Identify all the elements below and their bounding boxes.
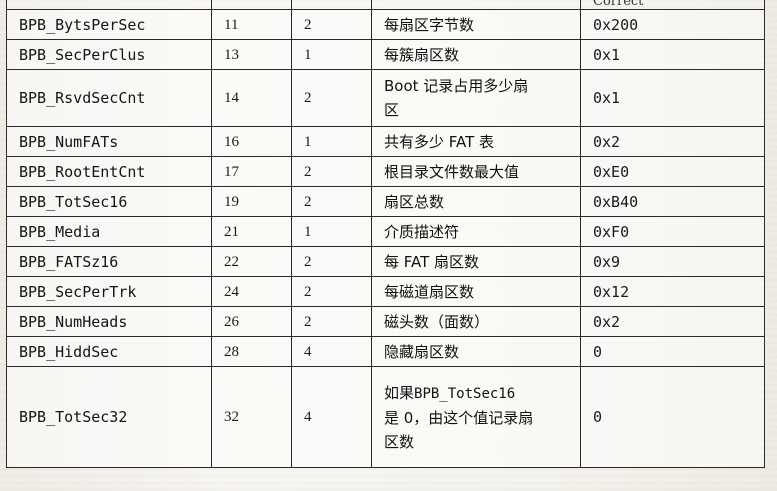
value-cell: 0 [580, 366, 765, 468]
description-cell: 介质描述符 [371, 216, 581, 247]
offset-cell: 14 [211, 69, 292, 127]
value-cell: 0x9 [580, 246, 765, 277]
table-row: BPB_Media 21 1 介质描述符 0xF0 [6, 216, 765, 247]
description-line: 是 0，由这个值记录扇 [384, 408, 534, 427]
header-cell-desc [371, 0, 581, 10]
size-cell: 2 [291, 69, 372, 127]
description-cell: 每簇扇区数 [371, 39, 581, 70]
table-row: BPB_BytsPerSec 11 2 每扇区字节数 0x200 [6, 9, 765, 40]
header-cell-value: Correct [580, 0, 765, 10]
value-cell: 0x12 [580, 276, 765, 307]
size-cell: 2 [291, 156, 372, 187]
description-cell: 如果BPB_TotSec16 是 0，由这个值记录扇 区数 [371, 366, 581, 468]
value-cell: 0x2 [580, 306, 765, 337]
description-cell: 根目录文件数最大值 [371, 156, 581, 187]
field-name-cell: BPB_SecPerClus [6, 39, 212, 70]
field-name-cell: BPB_TotSec32 [6, 366, 212, 468]
table-row: BPB_TotSec16 19 2 扇区总数 0xB40 [6, 186, 765, 217]
size-cell: 1 [291, 216, 372, 247]
description-cell: 扇区总数 [371, 186, 581, 217]
value-cell: 0x1 [580, 39, 765, 70]
description-code: BPB_TotSec16 [414, 385, 516, 402]
offset-cell: 16 [211, 126, 292, 157]
offset-cell: 21 [211, 216, 292, 247]
description-line: 区 [384, 101, 400, 119]
table-header-row: Correct [6, 0, 765, 10]
table-row: BPB_NumFATs 16 1 共有多少 FAT 表 0x2 [6, 126, 765, 157]
field-name-cell: BPB_HiddSec [6, 336, 212, 367]
size-cell: 1 [291, 126, 372, 157]
offset-cell: 17 [211, 156, 292, 187]
description-cell: 磁头数（面数） [371, 306, 581, 337]
field-name-cell: BPB_Media [6, 216, 212, 247]
value-cell: 0xF0 [580, 216, 765, 247]
value-cell: 0x1 [580, 69, 765, 127]
header-cell-name [6, 0, 212, 10]
offset-cell: 32 [211, 366, 292, 468]
description-cell: 共有多少 FAT 表 [371, 126, 581, 157]
header-cell-offset [211, 0, 292, 10]
offset-cell: 11 [211, 9, 292, 40]
size-cell: 2 [291, 306, 372, 337]
value-cell: 0x200 [580, 9, 765, 40]
header-cell-size [291, 0, 372, 10]
offset-cell: 26 [211, 306, 292, 337]
description-line: 区数 [384, 432, 415, 451]
field-name-cell: BPB_NumFATs [6, 126, 212, 157]
table-row: BPB_SecPerClus 13 1 每簇扇区数 0x1 [6, 39, 765, 70]
size-cell: 2 [291, 276, 372, 307]
offset-cell: 19 [211, 186, 292, 217]
field-name-cell: BPB_BytsPerSec [6, 9, 212, 40]
size-cell: 2 [291, 246, 372, 277]
description-cell: 每磁道扇区数 [371, 276, 581, 307]
description-cell: Boot 记录占用多少扇 区 [371, 69, 581, 127]
bpb-field-table: Correct BPB_BytsPerSec 11 2 每扇区字节数 0x200… [6, 0, 765, 468]
offset-cell: 28 [211, 336, 292, 367]
size-cell: 4 [291, 366, 372, 468]
table-row: BPB_HiddSec 28 4 隐藏扇区数 0 [6, 336, 765, 367]
size-cell: 1 [291, 39, 372, 70]
table-row: BPB_SecPerTrk 24 2 每磁道扇区数 0x12 [6, 276, 765, 307]
table-row: BPB_RsvdSecCnt 14 2 Boot 记录占用多少扇 区 0x1 [6, 69, 765, 127]
offset-cell: 13 [211, 39, 292, 70]
table-row: BPB_FATSz16 22 2 每 FAT 扇区数 0x9 [6, 246, 765, 277]
field-name-cell: BPB_NumHeads [6, 306, 212, 337]
field-name-cell: BPB_FATSz16 [6, 246, 212, 277]
description-line: Boot 记录占用多少扇 [384, 77, 529, 95]
table-row: BPB_RootEntCnt 17 2 根目录文件数最大值 0xE0 [6, 156, 765, 187]
table-row: BPB_NumHeads 26 2 磁头数（面数） 0x2 [6, 306, 765, 337]
field-name-cell: BPB_TotSec16 [6, 186, 212, 217]
value-cell: 0 [580, 336, 765, 367]
description-prefix: 如果 [384, 383, 415, 402]
offset-cell: 22 [211, 246, 292, 277]
field-name-cell: BPB_SecPerTrk [6, 276, 212, 307]
table-row: BPB_TotSec32 32 4 如果BPB_TotSec16 是 0，由这个… [6, 366, 765, 468]
description-cell: 每 FAT 扇区数 [371, 246, 581, 277]
description-cell: 每扇区字节数 [371, 9, 581, 40]
value-cell: 0xB40 [580, 186, 765, 217]
value-cell: 0xE0 [580, 156, 765, 187]
description-cell: 隐藏扇区数 [371, 336, 581, 367]
description-line: 如果BPB_TotSec16 [384, 381, 580, 406]
size-cell: 4 [291, 336, 372, 367]
field-name-cell: BPB_RootEntCnt [6, 156, 212, 187]
size-cell: 2 [291, 186, 372, 217]
offset-cell: 24 [211, 276, 292, 307]
value-cell: 0x2 [580, 126, 765, 157]
field-name-cell: BPB_RsvdSecCnt [6, 69, 212, 127]
size-cell: 2 [291, 9, 372, 40]
